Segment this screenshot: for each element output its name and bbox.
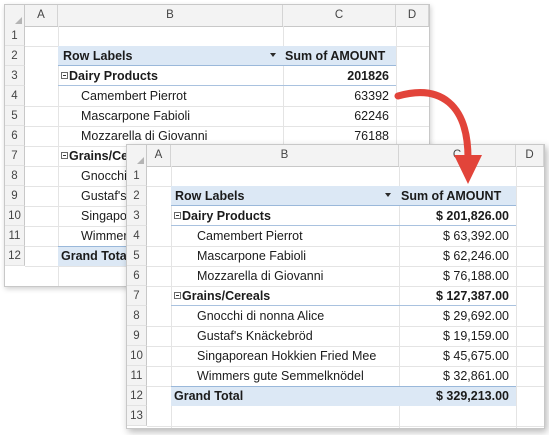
transform-arrow-icon (394, 89, 482, 184)
